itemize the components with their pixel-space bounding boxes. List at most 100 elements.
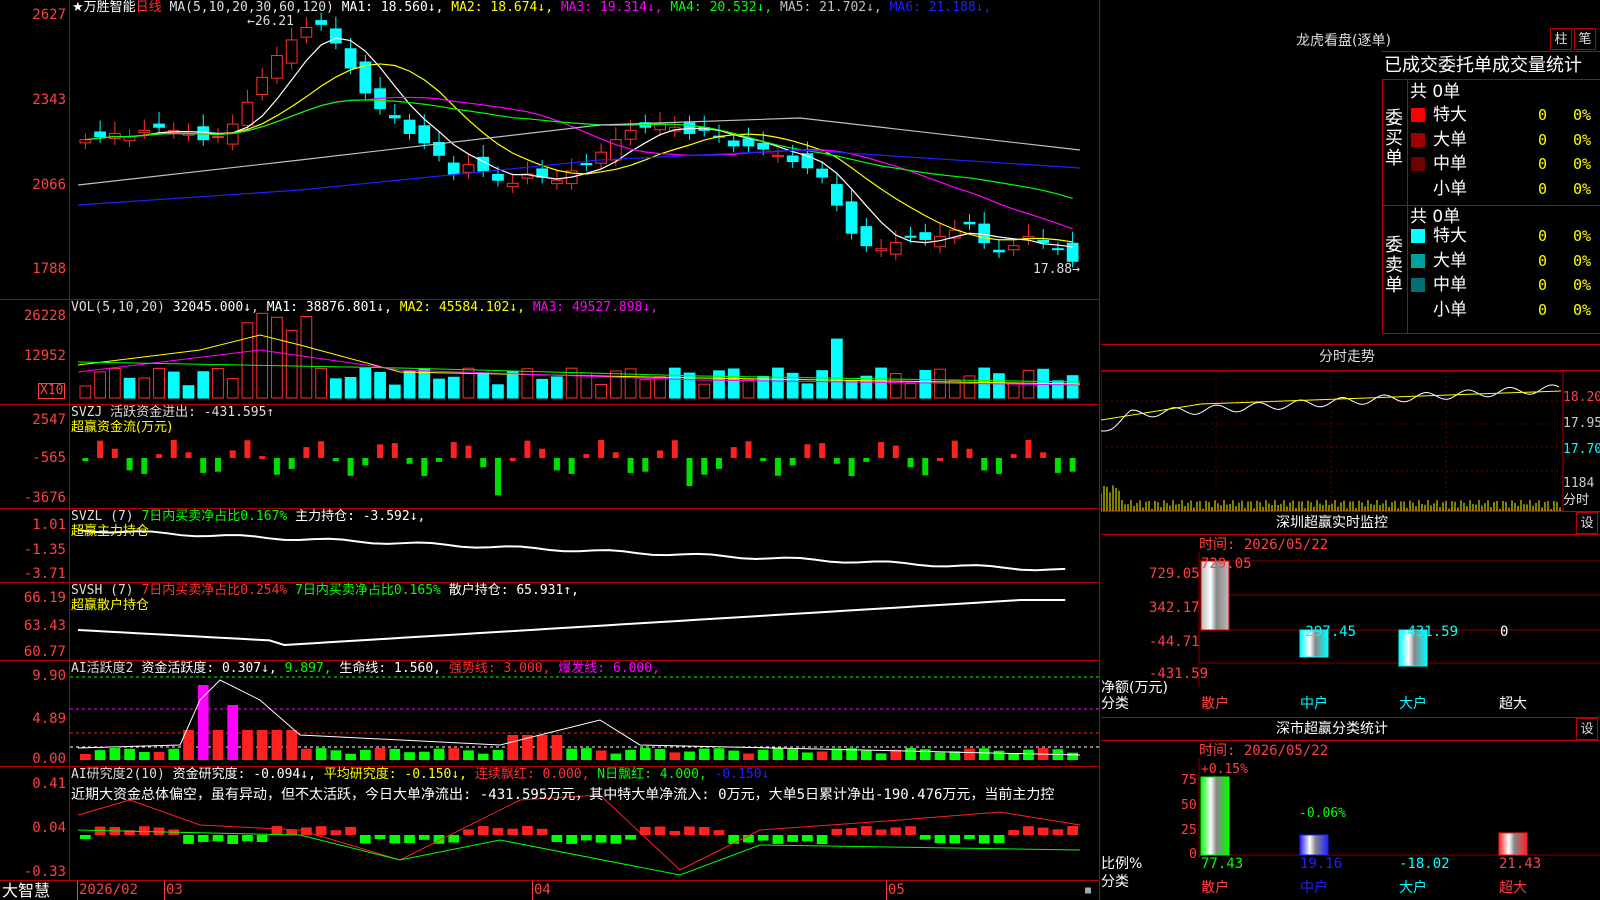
tick-view-button[interactable]: 笔 xyxy=(1574,28,1596,50)
order-pct: 0% xyxy=(1573,276,1592,294)
flow-bar xyxy=(244,440,251,458)
volume-bar xyxy=(919,370,932,399)
volume-bar xyxy=(418,368,431,399)
high-price: 26.21 xyxy=(254,14,294,29)
flow-bar xyxy=(126,458,133,471)
research-bar xyxy=(964,835,975,840)
intraday-axis-label: 17.95 xyxy=(1563,416,1600,431)
activity-bar xyxy=(301,748,312,760)
candle xyxy=(344,48,357,69)
flow-bar xyxy=(715,458,722,469)
volume-bar xyxy=(816,370,829,399)
volume-bar xyxy=(639,379,652,399)
intraday-time-label: 分时 xyxy=(1563,493,1590,508)
activity-bar xyxy=(698,748,710,760)
order-count: 0 xyxy=(1538,227,1548,245)
research-bar xyxy=(271,826,283,835)
monitor-unit: 净额(万元) xyxy=(1101,680,1168,696)
research-bar xyxy=(448,835,460,843)
flow-bar xyxy=(303,447,310,458)
candle xyxy=(654,123,666,131)
flow-bar xyxy=(745,441,752,458)
intraday-chart[interactable] xyxy=(1101,346,1600,512)
vol-ma-values: MA1: 38876.801↓, MA2: 45584.102↓, MA3: 4… xyxy=(267,300,658,315)
candle xyxy=(875,248,887,252)
flow-bar xyxy=(995,458,1002,474)
flow-bar xyxy=(833,458,840,464)
research-bar xyxy=(183,835,194,844)
ma-line xyxy=(77,149,1081,206)
order-type-label: 中单 xyxy=(1433,154,1467,174)
activity-bar xyxy=(374,748,386,760)
stock-name[interactable]: ★万胜智能 xyxy=(72,0,136,15)
ai2-part1: 资金研究度: -0.094↓, xyxy=(172,767,316,782)
ma-line xyxy=(85,96,1073,230)
flow-bar xyxy=(494,458,501,496)
activity-bar xyxy=(964,748,975,760)
activity-bar xyxy=(639,748,651,760)
bar-view-button[interactable]: 柱 xyxy=(1550,28,1572,50)
research-bar xyxy=(477,826,489,835)
date-tick xyxy=(164,881,165,900)
research-bar xyxy=(728,835,740,844)
flow-bar xyxy=(598,440,605,458)
brand-label[interactable]: 大智慧 xyxy=(2,881,50,900)
flow-bar xyxy=(774,458,781,476)
activity-bar xyxy=(595,750,607,760)
classify-category: 中户 xyxy=(1300,880,1328,896)
volume-bar xyxy=(757,375,770,399)
ai2-label: AI研究度2(10) xyxy=(71,767,165,782)
activity-bar xyxy=(242,730,253,760)
ratio-bar xyxy=(1498,832,1528,856)
intraday-avg-line xyxy=(1101,390,1562,421)
candle xyxy=(624,129,637,140)
vol-ma-value-3: MA3: 49527.898↓, xyxy=(532,300,659,315)
ma-line xyxy=(85,99,1073,199)
flow-bar xyxy=(583,454,590,458)
activity-bar xyxy=(684,751,695,760)
research-bar xyxy=(772,835,784,844)
research-bar xyxy=(816,835,828,844)
order-color-swatch xyxy=(1411,108,1425,122)
order-pct: 0% xyxy=(1573,155,1592,173)
intraday-panel[interactable]: 分时走势 18.20 17.95 17.70 1184 分时 xyxy=(1101,346,1600,512)
ai2-part4: N日飘红: 4.000, xyxy=(597,767,707,782)
date-tick xyxy=(886,881,887,900)
candle xyxy=(831,184,843,206)
flow-bar xyxy=(789,458,796,466)
ai1-part3: 生命线: 1.560, xyxy=(339,661,442,676)
volume-bar xyxy=(772,367,784,399)
longhu-title: 龙虎看盘(逐单) xyxy=(1296,33,1391,49)
volume-bar xyxy=(433,378,445,399)
activity-bar xyxy=(566,748,577,760)
flow-bar xyxy=(892,445,899,458)
activity-bar xyxy=(993,750,1005,760)
intraday-axis-label: 17.70 xyxy=(1563,442,1600,457)
kline-chart-canvas[interactable] xyxy=(0,0,1100,880)
research-bar xyxy=(802,835,813,842)
candle xyxy=(403,119,416,134)
order-type-label: 中单 xyxy=(1433,275,1467,295)
activity-bar xyxy=(315,748,327,760)
research-bar xyxy=(595,835,607,843)
ma-value-6: MA6: 21.188↓, xyxy=(881,0,992,15)
research-bar xyxy=(242,835,253,842)
flow-bar xyxy=(111,448,118,458)
classify-axis-label: 25 xyxy=(1181,823,1197,838)
research-bar xyxy=(934,835,946,844)
research-bar xyxy=(536,828,548,835)
candle xyxy=(506,182,519,188)
candle xyxy=(919,232,932,240)
ma-line xyxy=(85,63,1073,243)
candle xyxy=(889,242,902,255)
order-type-label: 大单 xyxy=(1433,250,1467,271)
period-label[interactable]: 日线 xyxy=(136,0,162,15)
date-tick xyxy=(77,881,78,900)
candle xyxy=(1007,245,1020,251)
order-count: 0 xyxy=(1538,300,1548,319)
activity-bar xyxy=(212,730,224,760)
vol-label: VOL(5,10,20) xyxy=(71,300,165,315)
monitor-category: 超大 xyxy=(1499,696,1527,712)
activity-bar xyxy=(802,752,813,760)
date-label: 2026/02 xyxy=(79,882,139,898)
